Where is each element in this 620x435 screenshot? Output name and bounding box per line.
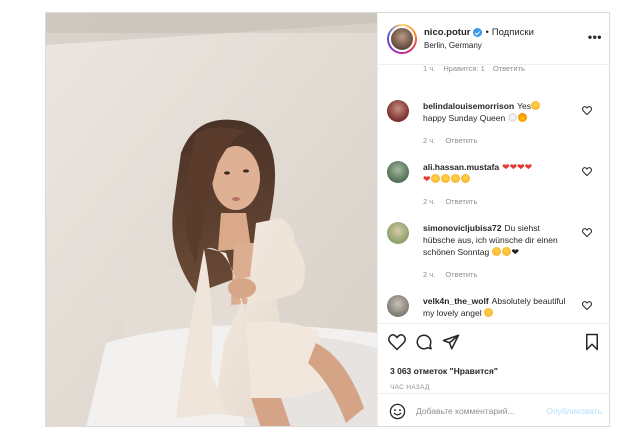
emoji-face xyxy=(507,113,517,122)
comment-time: 2 ч. xyxy=(423,197,436,206)
author-row: nico.potur • Подписки xyxy=(424,27,534,38)
post-actions: 3 063 отметок "Нравится" ЧАС НАЗАД xyxy=(378,323,609,393)
comment-username[interactable]: belindalouisemorrison xyxy=(423,101,514,111)
bookmark-icon[interactable] xyxy=(583,333,601,351)
following-button[interactable]: Подписки xyxy=(492,27,534,38)
comment-avatar[interactable] xyxy=(387,295,409,317)
heart-icon[interactable] xyxy=(388,333,406,351)
author-username[interactable]: nico.potur xyxy=(424,27,470,38)
comment-reply[interactable]: Ответить xyxy=(445,197,477,206)
comment-text: velk4n_the_wolf Absolutely beautiful my l… xyxy=(423,296,566,318)
share-icon[interactable] xyxy=(442,333,460,351)
likes-count[interactable]: 3 063 отметок "Нравится" xyxy=(390,366,498,376)
heart-eyes-emoji xyxy=(531,101,541,110)
comment-avatar[interactable] xyxy=(387,222,409,244)
publish-button[interactable]: Опубликовать xyxy=(546,406,602,416)
heart-eyes-emoji xyxy=(460,174,470,183)
fire-emoji xyxy=(517,113,527,122)
comment-text: ali.hassan.mustafa ❤❤❤❤ ❤ xyxy=(423,161,573,185)
comment-avatar[interactable] xyxy=(387,100,409,122)
comment-reply[interactable]: Ответить xyxy=(493,65,525,73)
comment-text: belindalouisemorrison Yes happy Sunday Qu… xyxy=(423,100,573,124)
heart-icon[interactable] xyxy=(582,167,592,176)
instagram-post: nico.potur • Подписки Berlin, Germany ••… xyxy=(45,12,610,427)
heart-emoji: ❤❤❤❤ xyxy=(502,162,533,172)
thumbs-up-emoji xyxy=(491,247,501,256)
post-photo[interactable] xyxy=(46,13,377,426)
comment-meta: 2 ч. Ответить xyxy=(423,197,485,206)
comment-text: simonoviclјubisa72 Du siehst hübsche aus,… xyxy=(423,223,558,257)
author-avatar-image xyxy=(389,26,415,52)
heart-eyes-emoji xyxy=(440,174,450,183)
post-timestamp[interactable]: ЧАС НАЗАД xyxy=(390,384,430,391)
heart-icon[interactable] xyxy=(582,228,592,237)
photo-illustration xyxy=(46,13,377,426)
comments-list[interactable]: 1 ч. Нравится: 1 Ответить belindalouisem… xyxy=(378,65,609,323)
comment-input[interactable] xyxy=(416,402,534,420)
comment-reply[interactable]: Ответить xyxy=(445,136,477,145)
comment-meta: 2 ч. Ответить xyxy=(423,270,485,279)
separator-dot: • xyxy=(485,27,489,38)
comment-avatar[interactable] xyxy=(387,161,409,183)
emoji-face xyxy=(501,247,511,256)
more-icon[interactable]: ••• xyxy=(588,31,602,43)
black-heart-emoji: ❤ xyxy=(511,247,520,257)
heart-eyes-emoji xyxy=(450,174,460,183)
comment-time: 2 ч. xyxy=(423,270,436,279)
heart-icon[interactable] xyxy=(582,301,592,310)
partial-comment-meta: 1 ч. Нравится: 1 Ответить xyxy=(423,65,531,73)
comment-composer: Опубликовать xyxy=(378,393,609,426)
comment-username[interactable]: simonoviclјubisa72 xyxy=(423,223,501,233)
comment-reply[interactable]: Ответить xyxy=(445,270,477,279)
comment-username[interactable]: velk4n_the_wolf xyxy=(423,296,489,306)
post-location[interactable]: Berlin, Germany xyxy=(424,41,482,50)
emoji-icon[interactable] xyxy=(389,403,406,420)
comment-time: 2 ч. xyxy=(423,136,436,145)
post-header: nico.potur • Подписки Berlin, Germany ••… xyxy=(378,13,609,65)
heart-icon[interactable] xyxy=(582,106,592,115)
heart-eyes-emoji xyxy=(430,174,440,183)
side-panel: nico.potur • Подписки Berlin, Germany ••… xyxy=(377,13,609,426)
comment-meta: 2 ч. Ответить xyxy=(423,136,485,145)
heart-emoji: ❤ xyxy=(423,174,431,184)
comment-username[interactable]: ali.hassan.mustafa xyxy=(423,162,499,172)
comment-icon[interactable] xyxy=(415,333,433,351)
verified-icon xyxy=(473,28,483,37)
comment-time: 1 ч. xyxy=(423,65,436,73)
author-avatar[interactable] xyxy=(387,24,417,54)
heart-eyes-emoji xyxy=(483,308,493,317)
comment-likes[interactable]: Нравится: 1 xyxy=(443,65,484,73)
